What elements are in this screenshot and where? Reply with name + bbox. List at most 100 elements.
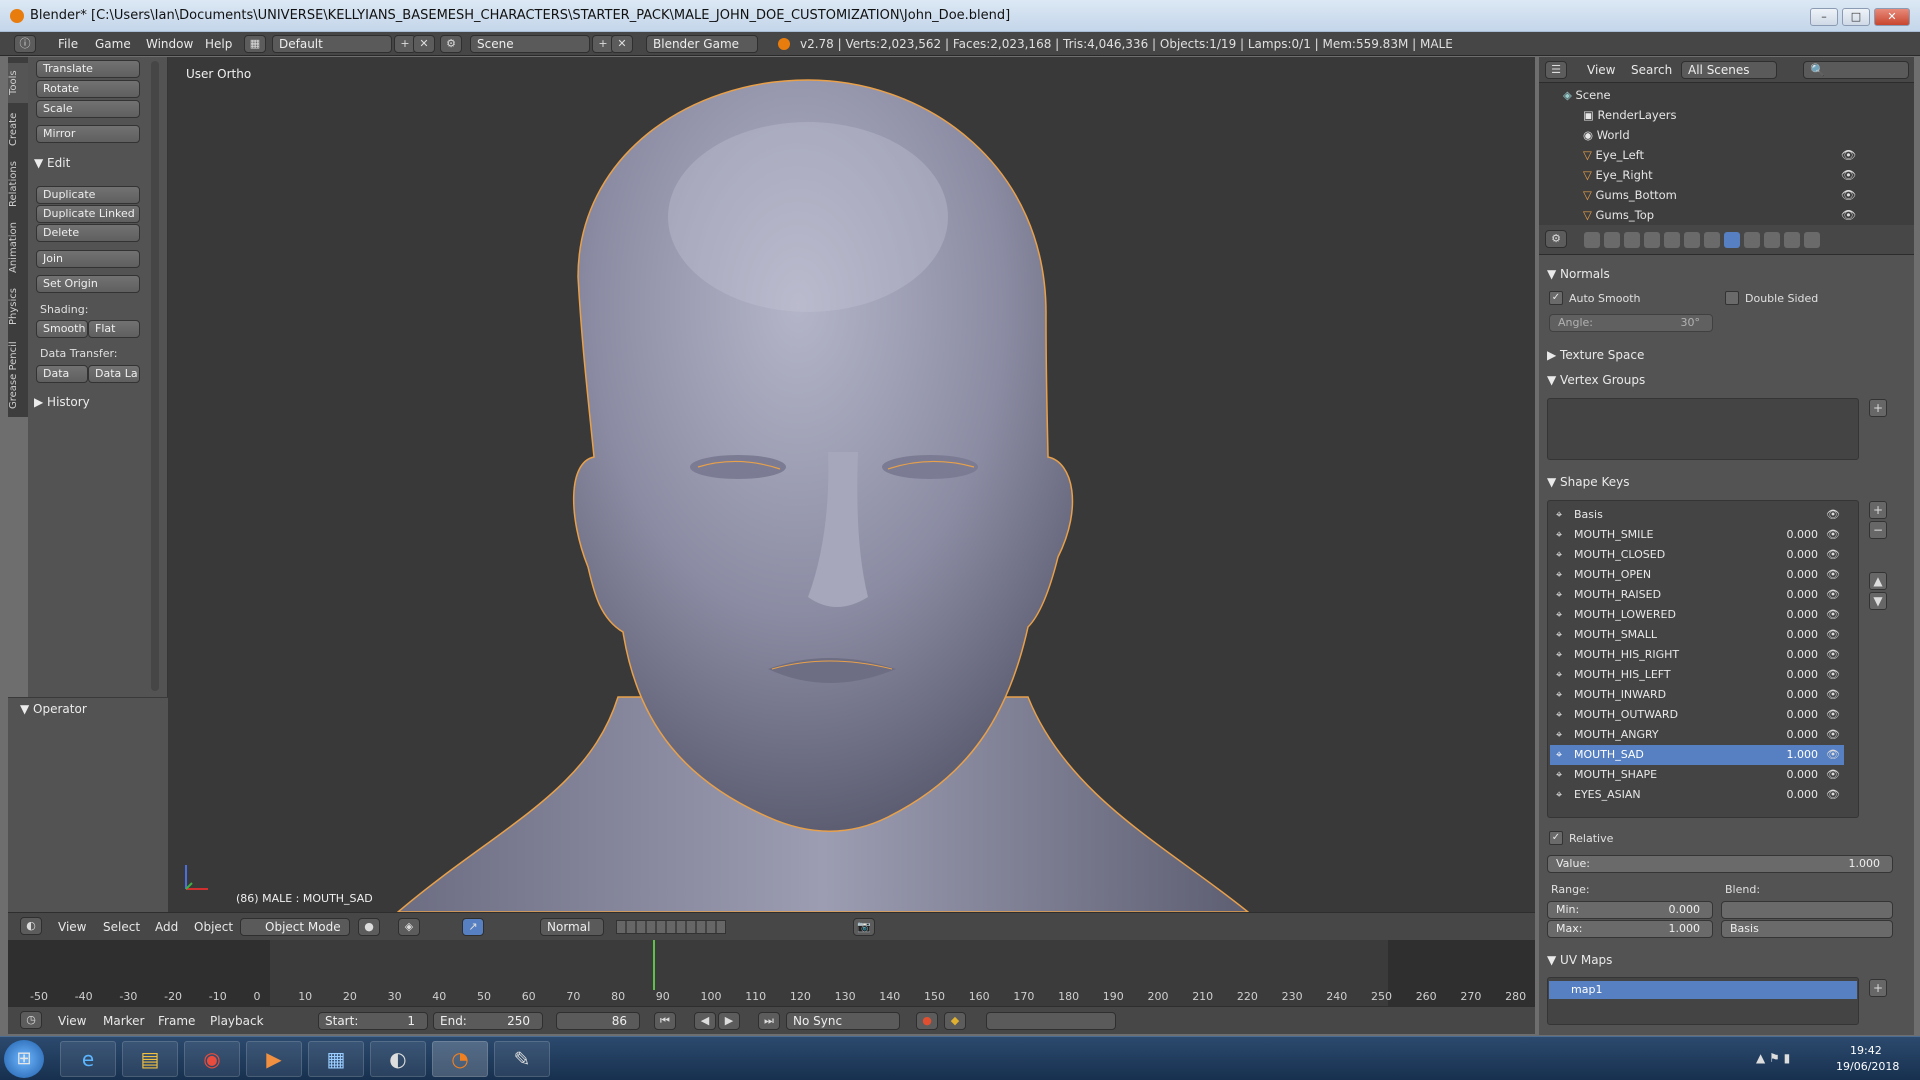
app-icon[interactable]: ▦: [308, 1041, 364, 1077]
modifiers-tab-icon[interactable]: [1704, 232, 1720, 248]
add-vertex-group-button[interactable]: +: [1869, 399, 1887, 417]
maximize-button[interactable]: □: [1842, 8, 1870, 26]
value-field[interactable]: Value: 1.000: [1547, 855, 1893, 873]
chrome-icon[interactable]: ◉: [184, 1041, 240, 1077]
visibility-eye-icon[interactable]: 👁: [1826, 705, 1840, 725]
angle-field[interactable]: Angle: 30°: [1549, 314, 1713, 332]
timeline-editor-icon[interactable]: ◷: [20, 1011, 42, 1029]
max-field[interactable]: Max: 1.000: [1547, 920, 1713, 938]
current-frame-field[interactable]: 86: [556, 1012, 640, 1030]
file-explorer-icon[interactable]: ▤: [122, 1041, 178, 1077]
duplicate-button[interactable]: Duplicate: [36, 186, 140, 204]
tab-animation[interactable]: Animation: [8, 217, 28, 279]
shape-key-value[interactable]: 0.000: [1787, 565, 1819, 585]
physics-tab-icon[interactable]: [1804, 232, 1820, 248]
delete-button[interactable]: Delete: [36, 224, 140, 242]
relative-checkbox[interactable]: ✓: [1549, 831, 1563, 845]
paint-icon[interactable]: ✎: [494, 1041, 550, 1077]
visibility-eye-icon[interactable]: 👁: [1826, 505, 1840, 525]
timeline-menu-view[interactable]: View: [58, 1014, 86, 1028]
move-up-button[interactable]: ▲: [1869, 572, 1887, 590]
texture-tab-icon[interactable]: [1764, 232, 1780, 248]
viewport-menu-add[interactable]: Add: [155, 920, 178, 934]
shape-key-row[interactable]: ⌖ MOUTH_SHAPE 0.000 👁: [1550, 765, 1844, 785]
shape-key-row[interactable]: ⌖ MOUTH_ANGRY 0.000 👁: [1550, 725, 1844, 745]
object-mode-select[interactable]: Object Mode: [240, 918, 350, 936]
editor-type-icon[interactable]: ⓘ: [14, 35, 36, 53]
shape-key-value[interactable]: 0.000: [1787, 625, 1819, 645]
add-shape-key-button[interactable]: +: [1869, 501, 1887, 519]
viewport-menu-view[interactable]: View: [58, 920, 86, 934]
object-tab-icon[interactable]: [1664, 232, 1680, 248]
tab-create[interactable]: Create: [8, 107, 28, 151]
layer-grid-icon[interactable]: [616, 920, 726, 934]
shape-key-value[interactable]: 0.000: [1787, 785, 1819, 805]
edit-panel-header[interactable]: ▼ Edit: [34, 156, 70, 170]
visibility-eye-icon[interactable]: 👁: [1841, 188, 1856, 202]
properties-editor-icon[interactable]: ⚙: [1545, 230, 1567, 248]
play-reverse-icon[interactable]: ◀: [694, 1012, 716, 1030]
shape-key-row[interactable]: ⌖ MOUTH_SAD 1.000 👁: [1550, 745, 1844, 765]
render-engine-select[interactable]: Blender Game: [646, 35, 758, 53]
scene-tab-icon[interactable]: [1624, 232, 1640, 248]
shape-key-row[interactable]: ⌖ MOUTH_LOWERED 0.000 👁: [1550, 605, 1844, 625]
pivot-icon[interactable]: ◈: [398, 918, 420, 936]
visibility-eye-icon[interactable]: 👁: [1826, 765, 1840, 785]
transform-orientation-select[interactable]: Normal: [540, 918, 604, 936]
visibility-eye-icon[interactable]: 👁: [1826, 525, 1840, 545]
character-head-model[interactable]: [168, 57, 1535, 912]
render-preview-icon[interactable]: 📷: [853, 918, 875, 936]
menu-game[interactable]: Game: [95, 37, 131, 51]
remove-layout-icon[interactable]: ✕: [413, 35, 435, 53]
shape-key-row[interactable]: ⌖ MOUTH_SMILE 0.000 👁: [1550, 525, 1844, 545]
flat-button[interactable]: Flat: [88, 320, 140, 338]
shape-key-value[interactable]: 0.000: [1787, 665, 1819, 685]
material-tab-icon[interactable]: [1744, 232, 1760, 248]
internet-explorer-icon[interactable]: e: [60, 1041, 116, 1077]
join-button[interactable]: Join: [36, 250, 140, 268]
operator-panel-header[interactable]: ▼ Operator: [20, 702, 87, 716]
blend-vertex-group-field[interactable]: [1721, 901, 1893, 919]
toolshelf-scrollbar[interactable]: [151, 61, 159, 691]
vertex-groups-panel-header[interactable]: ▼ Vertex Groups: [1547, 373, 1645, 387]
outliner-row-scene[interactable]: ◈ Scene: [1539, 85, 1894, 105]
visibility-eye-icon[interactable]: 👁: [1826, 745, 1840, 765]
rotate-button[interactable]: Rotate: [36, 80, 140, 98]
viewport-menu-object[interactable]: Object: [194, 920, 233, 934]
remove-shape-key-button[interactable]: −: [1869, 521, 1887, 539]
scale-button[interactable]: Scale: [36, 100, 140, 118]
add-uv-map-button[interactable]: +: [1869, 979, 1887, 997]
outliner-menu-view[interactable]: View: [1587, 63, 1615, 77]
visibility-eye-icon[interactable]: 👁: [1826, 725, 1840, 745]
tab-relations[interactable]: Relations: [8, 155, 28, 213]
obs-icon[interactable]: ◐: [370, 1041, 426, 1077]
visibility-eye-icon[interactable]: 👁: [1826, 685, 1840, 705]
shape-key-value[interactable]: 0.000: [1787, 705, 1819, 725]
play-icon[interactable]: ▶: [718, 1012, 740, 1030]
outliner-filter-select[interactable]: All Scenes: [1681, 61, 1777, 79]
min-field[interactable]: Min: 0.000: [1547, 901, 1713, 919]
remove-scene-icon[interactable]: ✕: [611, 35, 633, 53]
manipulator-icon[interactable]: ↗: [462, 918, 484, 936]
visibility-eye-icon[interactable]: 👁: [1826, 645, 1840, 665]
data-layout-button[interactable]: Data La: [88, 365, 140, 383]
shape-key-row[interactable]: ⌖ MOUTH_INWARD 0.000 👁: [1550, 685, 1844, 705]
visibility-eye-icon[interactable]: 👁: [1826, 665, 1840, 685]
duplicate-linked-button[interactable]: Duplicate Linked: [36, 205, 140, 223]
shape-key-row[interactable]: ⌖ MOUTH_OUTWARD 0.000 👁: [1550, 705, 1844, 725]
shape-key-value[interactable]: 0.000: [1787, 685, 1819, 705]
render-layers-tab-icon[interactable]: [1604, 232, 1620, 248]
shape-key-row[interactable]: ⌖ MOUTH_RAISED 0.000 👁: [1550, 585, 1844, 605]
keyframe-icon[interactable]: ◆: [944, 1012, 966, 1030]
blender-taskbar-icon[interactable]: ◔: [432, 1041, 488, 1077]
shape-key-value[interactable]: 0.000: [1787, 765, 1819, 785]
shape-key-value[interactable]: 0.000: [1787, 645, 1819, 665]
outliner-row-renderlayers[interactable]: ▣ RenderLayers: [1539, 105, 1894, 125]
tab-tools[interactable]: Tools: [8, 63, 28, 103]
record-icon[interactable]: ●: [916, 1012, 938, 1030]
normals-panel-header[interactable]: ▼ Normals: [1547, 267, 1610, 281]
outliner-row-world[interactable]: ◉ World: [1539, 125, 1894, 145]
shape-key-row[interactable]: ⌖ Basis 👁: [1550, 505, 1844, 525]
set-origin-select[interactable]: Set Origin: [36, 275, 140, 293]
move-down-button[interactable]: ▼: [1869, 592, 1887, 610]
